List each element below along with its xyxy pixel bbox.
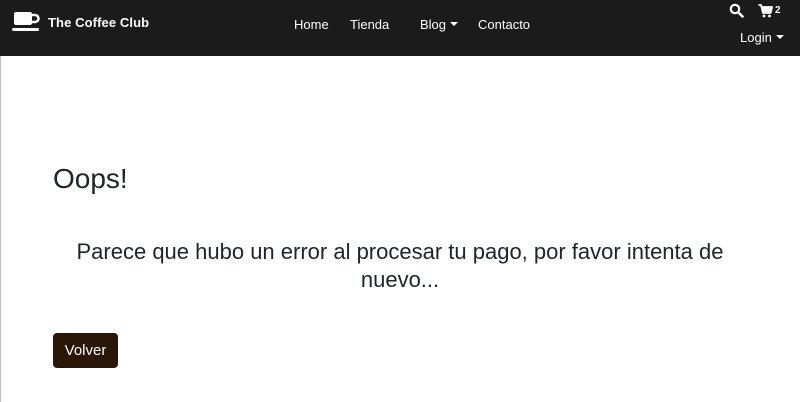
shopping-cart-icon	[758, 3, 773, 17]
login-dropdown[interactable]: Login	[740, 30, 784, 45]
nav-link-home[interactable]: Home	[294, 17, 329, 32]
search-icon	[729, 3, 744, 18]
error-message: Parece que hubo un error al procesar tu …	[76, 239, 724, 292]
brand-name: The Coffee Club	[48, 14, 150, 30]
nav-link-blog[interactable]: Blog	[420, 17, 459, 32]
nav-link-tienda[interactable]: Tienda	[350, 17, 389, 32]
brand-link[interactable]: The Coffee Club	[12, 10, 149, 34]
nav-link-blog-label: Blog	[420, 17, 447, 32]
chevron-down-icon	[450, 22, 459, 27]
coffee-cup-icon	[12, 12, 40, 31]
back-button[interactable]: Volver	[53, 333, 118, 368]
error-heading: Oops!	[53, 163, 128, 194]
cart-button[interactable]: 2	[758, 3, 781, 18]
navbar: The Coffee Club Home Tienda Blog Contact…	[0, 0, 800, 56]
search-button[interactable]	[729, 3, 744, 18]
cart-count-badge: 2	[775, 5, 781, 16]
content-left-border	[0, 56, 1, 402]
login-label: Login	[740, 30, 772, 45]
chevron-down-icon	[775, 35, 784, 40]
nav-link-contacto[interactable]: Contacto	[478, 17, 530, 32]
